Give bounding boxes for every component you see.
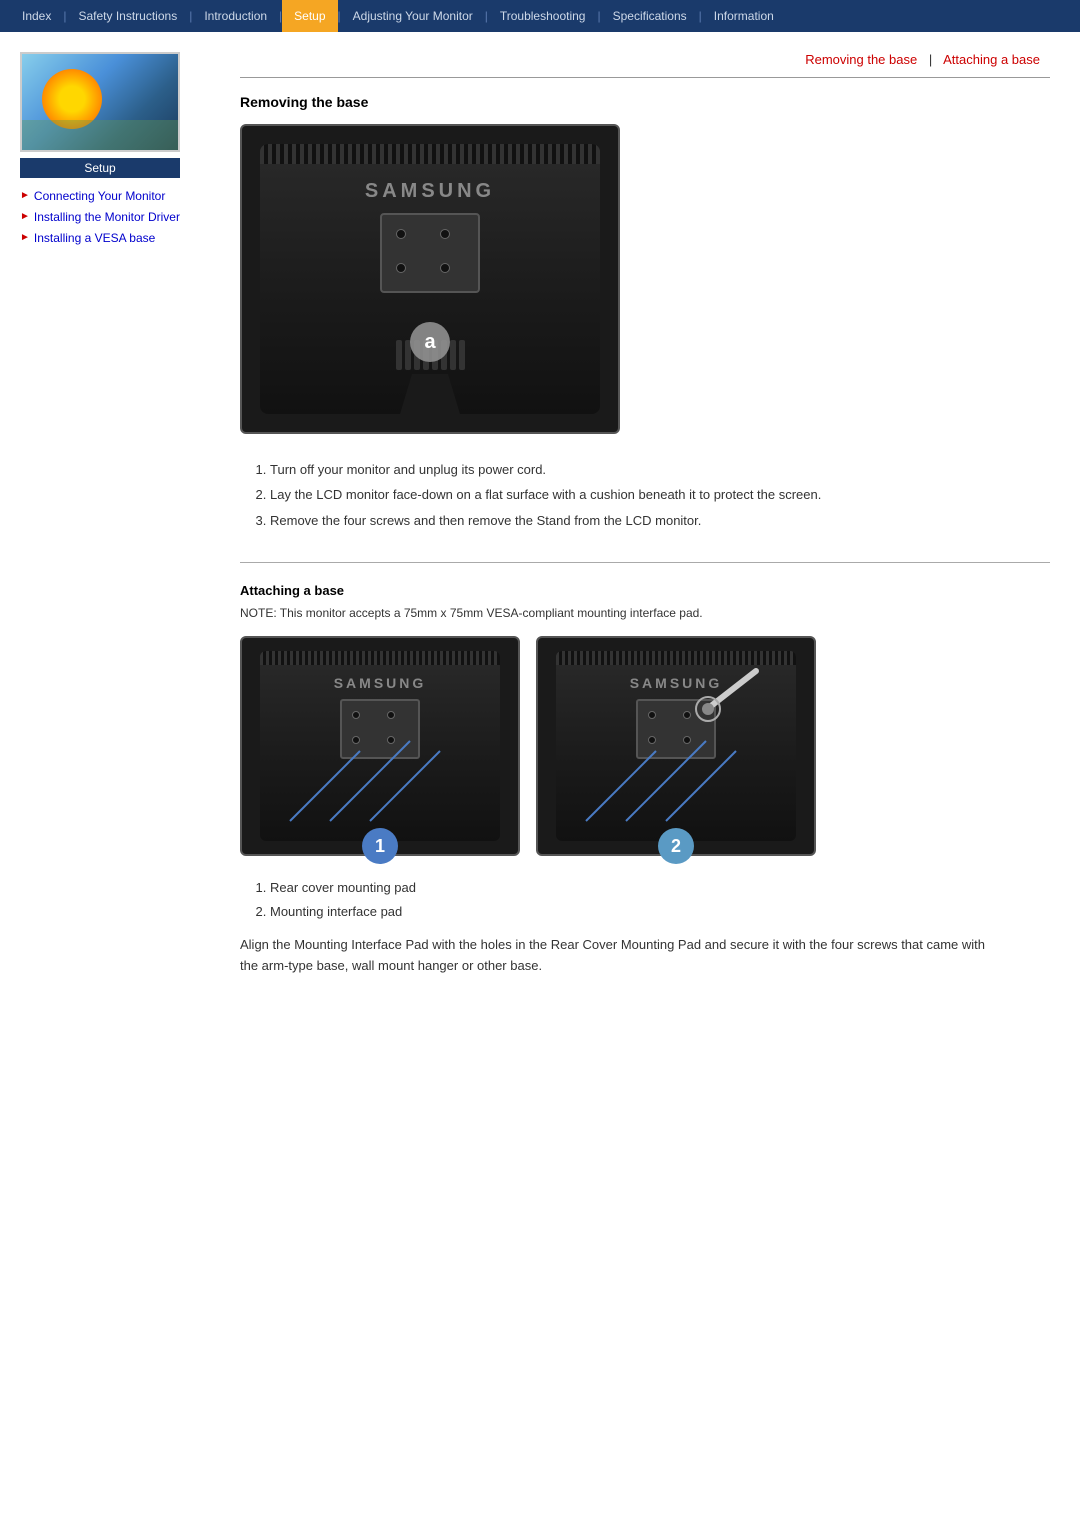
part-item-1: Rear cover mounting pad (270, 876, 1050, 899)
sidebar-link-connecting[interactable]: Connecting Your Monitor (34, 188, 165, 205)
monitor-back-view: SAMSUNG (260, 144, 600, 414)
final-paragraph: Align the Mounting Interface Pad with th… (240, 935, 1000, 977)
badge-2: 2 (658, 828, 694, 864)
link-attaching-base[interactable]: Attaching a base (943, 52, 1040, 67)
badge-1: 1 (362, 828, 398, 864)
part-item-2: Mounting interface pad (270, 900, 1050, 923)
main-layout: Setup ► Connecting Your Monitor ► Instal… (0, 32, 1080, 1017)
sidebar: Setup ► Connecting Your Monitor ► Instal… (0, 52, 220, 1017)
screw-hole-3 (396, 263, 406, 273)
mount-small-2 (636, 699, 716, 759)
sh8 (683, 736, 691, 744)
monitor-back-image: SAMSUNG a (240, 124, 620, 434)
navbar: Index | Safety Instructions | Introducti… (0, 0, 1080, 32)
sh3 (352, 736, 360, 744)
instruction-item-1: Turn off your monitor and unplug its pow… (270, 458, 1050, 481)
arrow-icon: ► (20, 190, 30, 201)
screw-hole-2 (440, 229, 450, 239)
monitor-back-small-2: SAMSUNG (556, 651, 796, 841)
monitor-mount-area (380, 213, 480, 293)
monitor-brand-label: SAMSUNG (365, 180, 495, 203)
sidebar-item-vesa[interactable]: ► Installing a VESA base (20, 230, 200, 247)
brand-small-2: SAMSUNG (630, 675, 723, 691)
sidebar-nav: ► Connecting Your Monitor ► Installing t… (20, 188, 200, 246)
nav-introduction[interactable]: Introduction (192, 0, 279, 32)
screw-hole-1 (396, 229, 406, 239)
vents-top-small-2 (556, 651, 796, 665)
monitor-back-small-1: SAMSUNG (260, 651, 500, 841)
monitor-image-2-container: SAMSUNG (536, 636, 816, 856)
monitor-display-area: SAMSUNG a (240, 124, 1050, 434)
parts-list: Rear cover mounting pad Mounting interfa… (270, 876, 1050, 923)
attaching-base-heading: Attaching a base (240, 583, 1050, 598)
top-links-bar: Removing the base | Attaching a base (240, 52, 1050, 67)
sidebar-link-vesa[interactable]: Installing a VESA base (34, 230, 155, 247)
monitor-image-1-container: SAMSUNG (240, 636, 520, 856)
brand-small-1: SAMSUNG (334, 675, 427, 691)
sidebar-item-installing-driver[interactable]: ► Installing the Monitor Driver (20, 209, 200, 226)
screw-hole-4 (440, 263, 450, 273)
label-a-badge: a (410, 322, 450, 362)
monitor-image-2: SAMSUNG (536, 636, 816, 856)
nav-setup[interactable]: Setup (282, 0, 337, 32)
sidebar-monitor-image (20, 52, 180, 152)
main-content: Removing the base | Attaching a base Rem… (220, 52, 1080, 1017)
monitor-image-1: SAMSUNG (240, 636, 520, 856)
removing-base-heading: Removing the base (240, 94, 1050, 110)
removing-instructions-list: Turn off your monitor and unplug its pow… (270, 458, 1050, 532)
sh6 (683, 711, 691, 719)
link-separator: | (929, 52, 932, 67)
dual-monitor-images: SAMSUNG (240, 636, 1050, 856)
nav-safety[interactable]: Safety Instructions (66, 0, 189, 32)
nav-adjusting[interactable]: Adjusting Your Monitor (341, 0, 485, 32)
monitor-stand (400, 374, 460, 414)
sh7 (648, 736, 656, 744)
sh1 (352, 711, 360, 719)
section-divider (240, 562, 1050, 563)
nav-information[interactable]: Information (702, 0, 786, 32)
arrow-icon: ► (20, 211, 30, 222)
nav-specifications[interactable]: Specifications (601, 0, 699, 32)
instruction-item-3: Remove the four screws and then remove t… (270, 509, 1050, 532)
monitor-vents-top (260, 144, 600, 164)
top-divider (240, 77, 1050, 78)
vents-top-small-1 (260, 651, 500, 665)
link-removing-base[interactable]: Removing the base (805, 52, 917, 67)
instruction-item-2: Lay the LCD monitor face-down on a flat … (270, 483, 1050, 506)
sh2 (387, 711, 395, 719)
arrow-icon: ► (20, 232, 30, 243)
mount-small-1 (340, 699, 420, 759)
nav-index[interactable]: Index (10, 0, 63, 32)
sidebar-link-installing[interactable]: Installing the Monitor Driver (34, 209, 180, 226)
attaching-note: NOTE: This monitor accepts a 75mm x 75mm… (240, 606, 1050, 620)
sidebar-setup-label: Setup (20, 158, 180, 178)
sh4 (387, 736, 395, 744)
sidebar-item-connecting[interactable]: ► Connecting Your Monitor (20, 188, 200, 205)
nav-troubleshooting[interactable]: Troubleshooting (488, 0, 598, 32)
sh5 (648, 711, 656, 719)
